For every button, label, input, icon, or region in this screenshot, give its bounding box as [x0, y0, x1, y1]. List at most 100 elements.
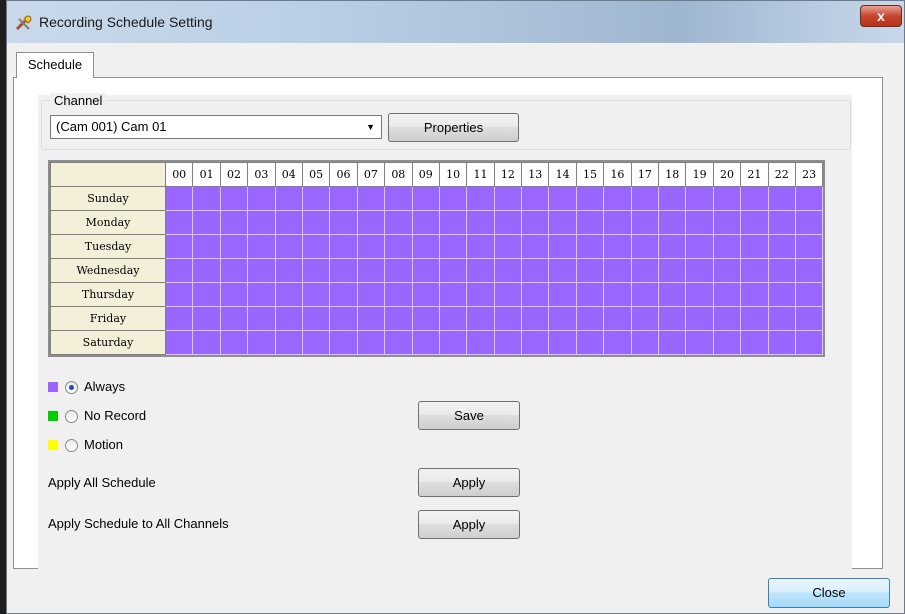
schedule-cell[interactable]	[384, 186, 413, 211]
schedule-cell[interactable]	[603, 186, 632, 211]
schedule-cell[interactable]	[329, 210, 358, 235]
schedule-cell[interactable]	[466, 282, 495, 307]
schedule-cell[interactable]	[411, 330, 440, 355]
schedule-cell[interactable]	[301, 330, 331, 355]
schedule-cell[interactable]	[658, 282, 687, 307]
motion-radio[interactable]	[65, 439, 78, 452]
schedule-cell[interactable]	[301, 210, 331, 235]
schedule-cell[interactable]	[521, 330, 550, 355]
schedule-cell[interactable]	[466, 210, 495, 235]
schedule-cell[interactable]	[658, 234, 687, 259]
schedule-cell[interactable]	[521, 282, 550, 307]
schedule-cell[interactable]	[384, 234, 413, 259]
hour-header[interactable]: 01	[192, 162, 221, 187]
schedule-cell[interactable]	[247, 330, 276, 355]
hour-header[interactable]: 12	[493, 162, 523, 187]
apply-all-schedule-button[interactable]: Apply	[418, 468, 520, 497]
schedule-cell[interactable]	[767, 258, 796, 283]
schedule-cell[interactable]	[384, 282, 413, 307]
schedule-cell[interactable]	[575, 186, 605, 211]
schedule-cell[interactable]	[548, 210, 577, 235]
hour-header[interactable]: 17	[630, 162, 660, 187]
schedule-cell[interactable]	[740, 186, 769, 211]
schedule-cell[interactable]	[301, 234, 331, 259]
schedule-cell[interactable]	[548, 186, 577, 211]
schedule-cell[interactable]	[192, 258, 221, 283]
hour-header[interactable]: 22	[767, 162, 796, 187]
schedule-cell[interactable]	[712, 306, 742, 331]
schedule-cell[interactable]	[164, 258, 194, 283]
schedule-cell[interactable]	[794, 258, 824, 283]
schedule-cell[interactable]	[329, 282, 358, 307]
schedule-cell[interactable]	[493, 234, 523, 259]
schedule-cell[interactable]	[411, 258, 440, 283]
schedule-cell[interactable]	[247, 210, 276, 235]
schedule-cell[interactable]	[794, 330, 824, 355]
day-label[interactable]: Friday	[50, 306, 166, 331]
schedule-cell[interactable]	[712, 282, 742, 307]
schedule-cell[interactable]	[329, 186, 358, 211]
schedule-cell[interactable]	[794, 282, 824, 307]
schedule-cell[interactable]	[301, 258, 331, 283]
hour-header[interactable]: 03	[247, 162, 276, 187]
save-button[interactable]: Save	[418, 401, 520, 430]
schedule-cell[interactable]	[274, 330, 303, 355]
schedule-cell[interactable]	[712, 258, 742, 283]
schedule-cell[interactable]	[575, 258, 605, 283]
schedule-cell[interactable]	[740, 306, 769, 331]
schedule-cell[interactable]	[658, 330, 687, 355]
schedule-cell[interactable]	[247, 186, 276, 211]
schedule-cell[interactable]	[630, 306, 660, 331]
hour-header[interactable]: 02	[219, 162, 249, 187]
schedule-cell[interactable]	[411, 234, 440, 259]
schedule-cell[interactable]	[685, 186, 714, 211]
hour-header[interactable]: 21	[740, 162, 769, 187]
schedule-cell[interactable]	[521, 306, 550, 331]
schedule-cell[interactable]	[767, 210, 796, 235]
schedule-cell[interactable]	[384, 258, 413, 283]
schedule-cell[interactable]	[438, 258, 468, 283]
schedule-cell[interactable]	[356, 258, 386, 283]
schedule-cell[interactable]	[603, 330, 632, 355]
schedule-cell[interactable]	[411, 282, 440, 307]
schedule-cell[interactable]	[164, 306, 194, 331]
schedule-cell[interactable]	[493, 258, 523, 283]
schedule-cell[interactable]	[219, 258, 249, 283]
schedule-cell[interactable]	[219, 234, 249, 259]
schedule-cell[interactable]	[301, 282, 331, 307]
schedule-cell[interactable]	[274, 306, 303, 331]
schedule-cell[interactable]	[794, 210, 824, 235]
schedule-cell[interactable]	[356, 234, 386, 259]
schedule-cell[interactable]	[740, 234, 769, 259]
schedule-cell[interactable]	[329, 258, 358, 283]
schedule-cell[interactable]	[685, 258, 714, 283]
schedule-cell[interactable]	[575, 306, 605, 331]
schedule-cell[interactable]	[164, 186, 194, 211]
schedule-cell[interactable]	[630, 330, 660, 355]
hour-header[interactable]: 09	[411, 162, 440, 187]
channel-select[interactable]: (Cam 001) Cam 01 ▼	[50, 115, 382, 139]
day-label[interactable]: Monday	[50, 210, 166, 235]
schedule-cell[interactable]	[767, 306, 796, 331]
schedule-cell[interactable]	[438, 330, 468, 355]
schedule-cell[interactable]	[219, 306, 249, 331]
schedule-cell[interactable]	[274, 210, 303, 235]
hour-header[interactable]: 04	[274, 162, 303, 187]
schedule-cell[interactable]	[438, 306, 468, 331]
schedule-cell[interactable]	[219, 186, 249, 211]
schedule-cell[interactable]	[493, 186, 523, 211]
schedule-cell[interactable]	[247, 306, 276, 331]
hour-header[interactable]: 10	[438, 162, 468, 187]
schedule-cell[interactable]	[164, 234, 194, 259]
schedule-cell[interactable]	[274, 282, 303, 307]
schedule-cell[interactable]	[630, 186, 660, 211]
schedule-cell[interactable]	[603, 282, 632, 307]
schedule-cell[interactable]	[630, 234, 660, 259]
schedule-cell[interactable]	[301, 306, 331, 331]
schedule-cell[interactable]	[274, 258, 303, 283]
schedule-cell[interactable]	[329, 330, 358, 355]
day-label[interactable]: Sunday	[50, 186, 166, 211]
schedule-cell[interactable]	[603, 210, 632, 235]
schedule-cell[interactable]	[767, 234, 796, 259]
schedule-cell[interactable]	[411, 306, 440, 331]
